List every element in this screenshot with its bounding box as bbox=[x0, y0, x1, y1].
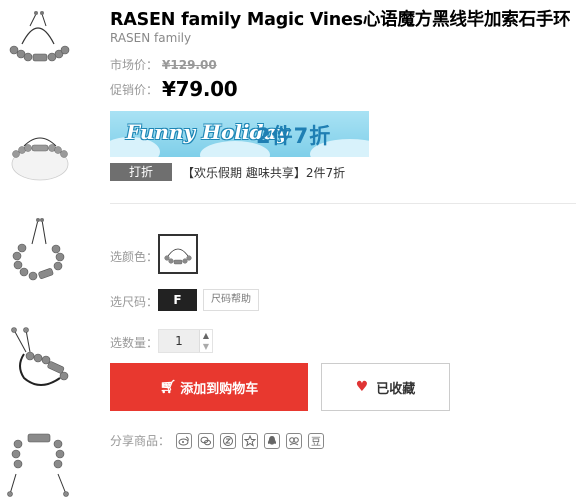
thumbnail-2[interactable] bbox=[2, 120, 76, 194]
heart-icon: ♥ bbox=[355, 379, 369, 395]
discount-row: 打折 【欢乐假期 趣味共享】2件7折 bbox=[110, 163, 345, 181]
product-title: RASEN family Magic Vines心语魔方黑线毕加索石手环 bbox=[110, 10, 571, 30]
bracelet-image-3 bbox=[12, 218, 65, 281]
renren-icon[interactable] bbox=[286, 432, 303, 449]
promo-price-label: 促销价： bbox=[110, 82, 159, 97]
weibo-icon[interactable] bbox=[176, 432, 193, 449]
qq-icon[interactable] bbox=[264, 432, 281, 449]
quantity-decrease-icon[interactable]: ▼ bbox=[199, 341, 212, 352]
banner-offer: 2件7折 bbox=[256, 124, 332, 148]
size-label: 选尺码： bbox=[110, 295, 159, 309]
discount-tag: 打折 bbox=[110, 163, 172, 181]
market-price-label: 市场价： bbox=[110, 58, 159, 72]
wechat-icon[interactable] bbox=[198, 432, 215, 449]
thumbnail-3[interactable] bbox=[2, 214, 76, 288]
share-row: 分享商品： 豆 bbox=[110, 432, 330, 449]
bracelet-image-5 bbox=[7, 433, 69, 497]
color-option-selected[interactable] bbox=[158, 234, 198, 274]
market-price-row: 市场价： ¥129.00 bbox=[110, 56, 217, 73]
promo-price: ¥79.00 bbox=[162, 77, 238, 101]
bracelet-image-2 bbox=[11, 137, 69, 181]
quantity-input[interactable] bbox=[159, 330, 199, 352]
color-label: 选颜色： bbox=[110, 250, 159, 264]
add-to-cart-label: 添加到购物车 bbox=[180, 381, 259, 397]
thumbnail-1[interactable] bbox=[2, 4, 76, 78]
bracelet-image-4 bbox=[11, 327, 69, 386]
promo-banner[interactable]: Funny Holiday 2件7折 bbox=[110, 111, 369, 157]
add-to-cart-button[interactable]: 🛒︎ 添加到购物车 bbox=[110, 363, 308, 411]
douban-icon[interactable]: 豆 bbox=[308, 432, 325, 449]
size-help-link[interactable]: 尺码帮助 bbox=[203, 289, 259, 311]
favorite-button[interactable]: ♥ 已收藏 bbox=[321, 363, 450, 411]
market-price: ¥129.00 bbox=[162, 57, 217, 72]
share-label: 分享商品： bbox=[110, 434, 171, 448]
favorite-star-icon[interactable] bbox=[242, 432, 259, 449]
color-swatch-image bbox=[164, 248, 192, 265]
bracelet-image-1 bbox=[9, 11, 70, 62]
thumbnail-4[interactable] bbox=[2, 322, 76, 396]
quantity-increase-icon[interactable]: ▲ bbox=[199, 330, 212, 341]
qzone-icon[interactable] bbox=[220, 432, 237, 449]
discount-text: 【欢乐假期 趣味共享】2件7折 bbox=[182, 165, 346, 180]
quantity-stepper: ▲ ▼ bbox=[158, 329, 213, 353]
quantity-label: 选数量： bbox=[110, 336, 159, 350]
promo-price-row: 促销价： ¥79.00 bbox=[110, 77, 238, 101]
brand-name: RASEN family bbox=[110, 31, 192, 45]
thumbnail-5[interactable] bbox=[2, 424, 76, 498]
size-option-f[interactable]: F bbox=[158, 289, 197, 311]
cart-icon: 🛒︎ bbox=[159, 379, 177, 395]
divider bbox=[110, 203, 576, 204]
favorite-label: 已收藏 bbox=[376, 381, 416, 397]
